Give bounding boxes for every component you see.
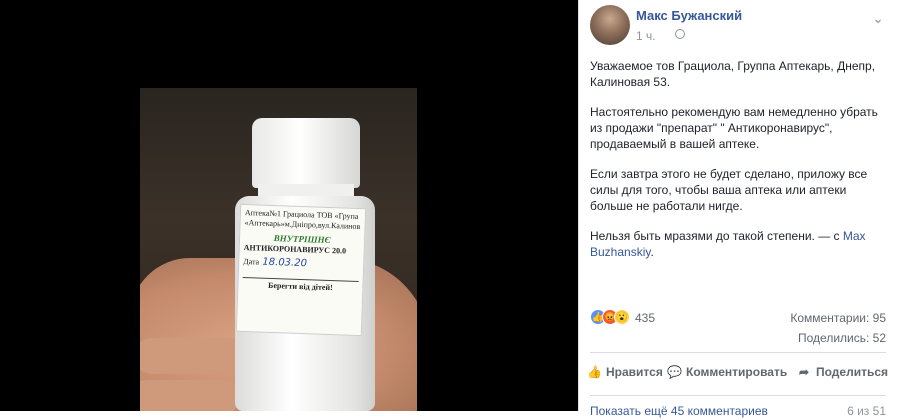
label-drug-name: АНТИКОРОНАВИРУС [243, 243, 331, 256]
shares-count[interactable]: Поделились: 52 [798, 331, 886, 345]
globe-icon [675, 29, 685, 39]
comment-label: Комментировать [686, 365, 788, 379]
thumbs-up-icon: 👍 [587, 365, 602, 379]
label-quantity: 20.0 [331, 246, 347, 256]
author-name[interactable]: Макс Бужанский [636, 8, 742, 23]
show-more-comments-link[interactable]: Показать ещё 45 комментариев [590, 404, 768, 418]
label-date-caption: Дата [243, 257, 260, 267]
post-photo[interactable]: Аптека№1 Грациола ТОВ «Група «Аптекарь»м… [140, 88, 417, 411]
more-options-icon[interactable]: ⌄ [872, 9, 884, 27]
comment-button[interactable]: 💬 Комментировать [667, 358, 787, 386]
avatar[interactable] [590, 5, 630, 45]
label-date-value: 18.03.20 [262, 256, 308, 270]
speech-bubble-icon: 💬 [667, 365, 682, 379]
finger-shape [140, 380, 240, 411]
share-label: Поделиться [816, 365, 889, 379]
post-actions: 👍 Нравится 💬 Комментировать ➦ Поделиться [579, 358, 898, 386]
post-paragraph: Нельзя быть мразями до такой степени. — … [590, 228, 890, 260]
label-warning: Берегти від дітей! [242, 276, 359, 294]
comments-footer: Показать ещё 45 комментариев 6 из 51 [590, 404, 886, 420]
divider [590, 352, 886, 353]
wow-reaction-icon[interactable]: 😮 [614, 309, 630, 325]
post-last-text: Нельзя быть мразями до такой степени. — … [590, 229, 840, 243]
post-text: Уважаемое тов Грациола, Группа Аптекарь,… [590, 58, 890, 274]
post-timestamp[interactable]: 1 ч. [636, 29, 656, 43]
share-arrow-icon: ➦ [798, 365, 810, 379]
post-paragraph: Если завтра этого не будет сделано, прил… [590, 167, 868, 213]
reactions-bar: 👍 😡 😮 435 Комментарии: 95 Поделились: 52 [590, 308, 886, 345]
like-button[interactable]: 👍 Нравится [587, 358, 663, 386]
post-sidebar: Макс Бужанский 1 ч. ⌄ Уважаемое тов Грац… [578, 0, 898, 418]
bottle-label: Аптека№1 Грациола ТОВ «Група «Аптекарь»м… [235, 203, 367, 337]
bottle-cap [252, 118, 360, 188]
comments-count[interactable]: Комментарии: 95 [790, 311, 886, 325]
photo-viewer: Аптека№1 Грациола ТОВ «Група «Аптекарь»м… [0, 0, 578, 411]
reaction-count[interactable]: 435 [635, 311, 655, 325]
post-period: . [650, 245, 654, 259]
share-button[interactable]: ➦ Поделиться [797, 358, 888, 386]
post-header: Макс Бужанский 1 ч. ⌄ [590, 5, 898, 45]
post-paragraph: Настоятельно рекомендую вам немедленно у… [590, 105, 878, 151]
like-label: Нравится [606, 365, 663, 379]
comments-pager: 6 из 51 [847, 404, 886, 418]
divider [590, 395, 886, 396]
post-paragraph: Уважаемое тов Грациола, Группа Аптекарь,… [590, 59, 876, 89]
